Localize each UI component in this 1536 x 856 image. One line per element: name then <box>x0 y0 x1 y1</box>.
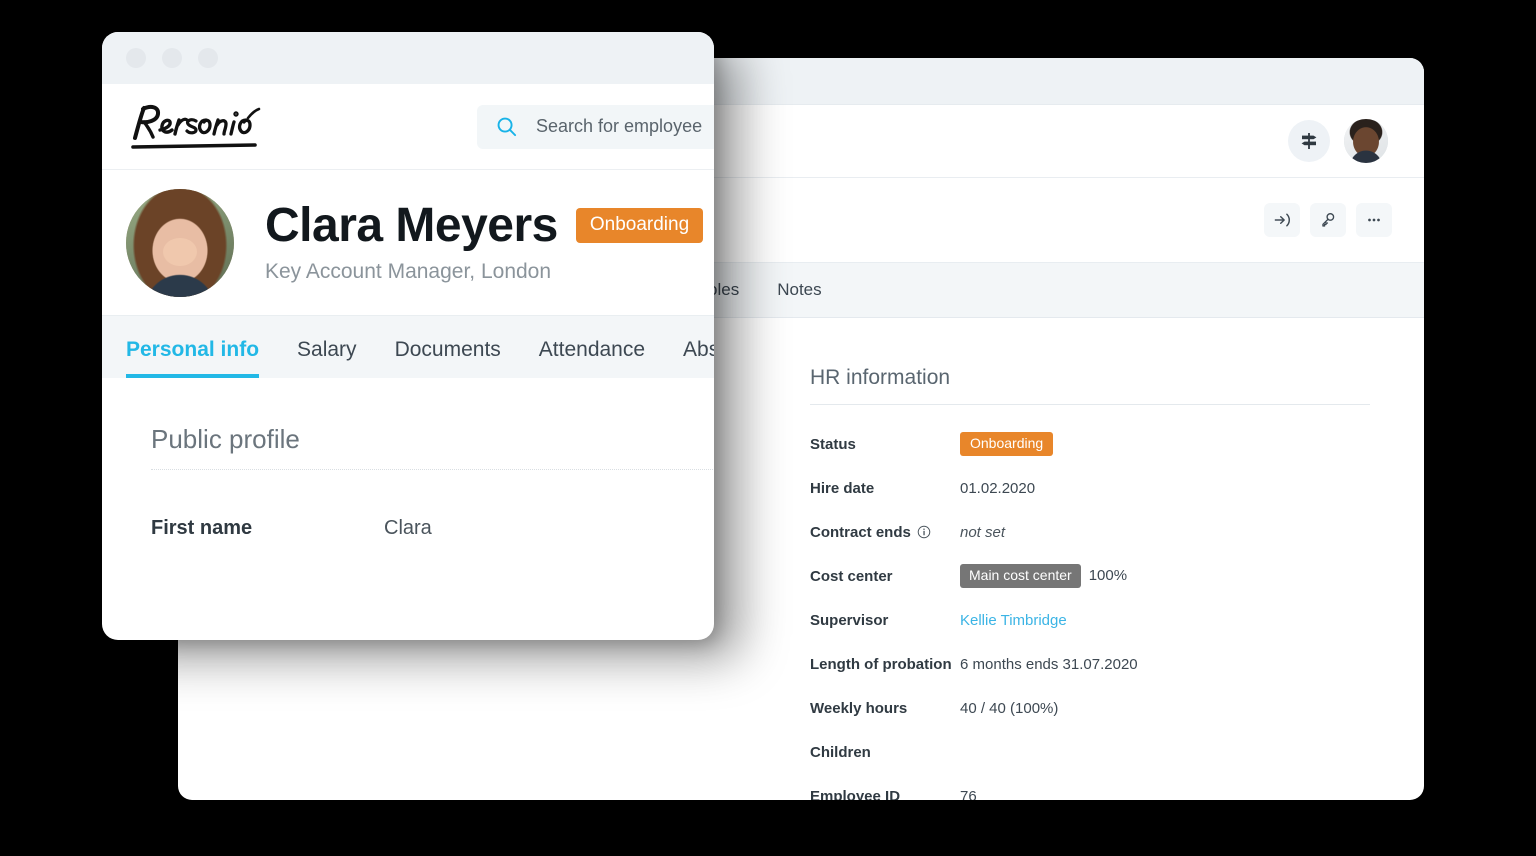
hr-value-employee-id: 76 <box>960 787 977 801</box>
hr-row-status: Status Onboarding <box>810 421 1370 465</box>
first-name-row: First name Clara <box>151 517 714 540</box>
login-as-button[interactable] <box>1264 203 1300 237</box>
public-profile-section-title: Public profile <box>151 424 714 470</box>
window-close-dot[interactable] <box>126 48 146 68</box>
ellipsis-icon <box>1368 218 1380 222</box>
tab-personal-info[interactable]: Personal info <box>126 338 260 378</box>
front-window-content: Public profile First name Clara <box>102 378 714 540</box>
signpost-icon <box>1301 133 1317 149</box>
tab-notes[interactable]: Notes <box>777 280 821 300</box>
hr-value-hire-date: 01.02.2020 <box>960 479 1036 497</box>
key-icon <box>1322 213 1335 227</box>
more-options-button[interactable] <box>1356 203 1392 237</box>
hr-label-status: Status <box>810 435 856 453</box>
hr-label-hire-date: Hire date <box>810 479 875 497</box>
tab-documents[interactable]: Documents <box>395 338 501 378</box>
hr-label-text: Contract ends <box>810 523 911 541</box>
hr-row-contract-ends: Contract ends not set <box>810 509 1370 553</box>
tab-salary[interactable]: Salary <box>297 338 357 378</box>
hr-row-length-of-probation: Length of probation 6 months ends 31.07.… <box>810 641 1370 685</box>
window-maximize-dot[interactable] <box>198 48 218 68</box>
user-avatar[interactable] <box>1344 119 1388 163</box>
personio-wordmark-icon <box>131 104 261 149</box>
hr-value-status: Onboarding <box>960 431 1054 457</box>
window-minimize-dot[interactable] <box>162 48 182 68</box>
employee-name-row: Clara Meyers Onboarding <box>265 198 704 252</box>
hr-label-length-of-probation: Length of probation <box>810 655 952 673</box>
tab-absence[interactable]: Absence <box>683 338 714 378</box>
employee-profile-header: Clara Meyers Onboarding Key Account Mana… <box>102 170 714 315</box>
info-icon[interactable] <box>917 525 931 539</box>
hr-row-supervisor: Supervisor Kellie Timbridge <box>810 597 1370 641</box>
screenshot-stage: Onboarding History Roles Notes Departmen… <box>0 0 1536 856</box>
hr-row-cost-center: Cost center Main cost center 100% <box>810 553 1370 597</box>
status-badge: Onboarding <box>960 431 1054 457</box>
front-window-tabbar: Personal info Salary Documents Attendanc… <box>102 315 714 378</box>
cost-center-percentage: 100% <box>1088 567 1128 585</box>
back-action-icon-group <box>1264 203 1392 237</box>
employee-subtitle: Key Account Manager, London <box>265 260 552 284</box>
hr-row-employee-id: Employee ID 76 <box>810 773 1370 801</box>
hr-label-contract-ends: Contract ends <box>810 524 960 541</box>
front-window-titlebar <box>102 32 714 84</box>
login-as-icon <box>1274 213 1290 227</box>
hr-information-title: HR information <box>810 366 1370 405</box>
hr-row-weekly-hours: Weekly hours 40 / 40 (100%) <box>810 685 1370 729</box>
back-topbar-icon-group <box>1288 119 1388 163</box>
personio-logo[interactable] <box>128 101 280 153</box>
hr-label-weekly-hours: Weekly hours <box>810 699 908 717</box>
avatar-photo <box>1344 119 1388 163</box>
signpost-icon-button[interactable] <box>1288 120 1330 162</box>
search-input[interactable] <box>534 115 714 138</box>
employee-photo <box>126 188 234 297</box>
tab-attendance[interactable]: Attendance <box>539 338 645 378</box>
hr-row-children: Children <box>810 729 1370 773</box>
employee-avatar[interactable] <box>126 188 234 297</box>
hr-value-length-of-probation: 6 months ends 31.07.2020 <box>960 655 1138 673</box>
front-browser-window: Clara Meyers Onboarding Key Account Mana… <box>102 32 714 640</box>
employee-profile-text: Clara Meyers Onboarding Key Account Mana… <box>265 198 704 284</box>
hr-row-hire-date: Hire date 01.02.2020 <box>810 465 1370 509</box>
page-title: Clara Meyers <box>265 198 558 252</box>
hr-label-children: Children <box>810 743 871 761</box>
first-name-value: Clara <box>384 517 432 539</box>
first-name-label: First name <box>151 517 253 539</box>
hr-value-weekly-hours: 40 / 40 (100%) <box>960 699 1059 717</box>
key-button[interactable] <box>1310 203 1346 237</box>
search-icon <box>497 117 517 137</box>
hr-label-employee-id: Employee ID <box>810 787 901 801</box>
status-badge: Onboarding <box>575 208 704 244</box>
hr-label-supervisor: Supervisor <box>810 611 889 629</box>
cost-center-chip: Main cost center <box>960 563 1081 589</box>
supervisor-link[interactable]: Kellie Timbridge <box>960 612 1067 629</box>
hr-value-cost-center: Main cost center 100% <box>960 563 1128 589</box>
hr-label-cost-center: Cost center <box>810 567 893 585</box>
employee-search-box[interactable] <box>477 104 714 149</box>
hr-value-contract-ends: not set <box>960 523 1006 541</box>
hr-information-panel: HR information Status Onboarding Hire da… <box>810 366 1370 800</box>
front-window-topbar <box>102 84 714 170</box>
